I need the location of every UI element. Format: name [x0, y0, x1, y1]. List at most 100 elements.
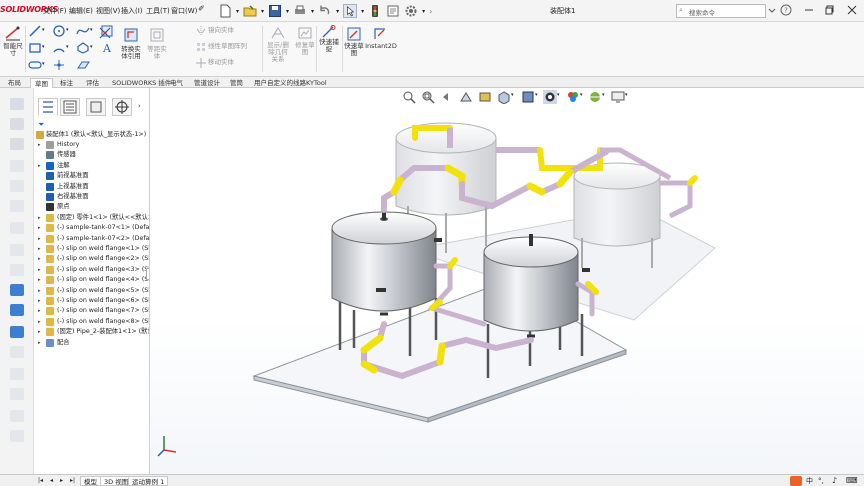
tree-expand-arrow-icon[interactable]: › — [138, 102, 141, 110]
offset-entities-icon[interactable] — [148, 26, 166, 44]
sketch-tool-icon[interactable] — [10, 304, 24, 316]
sketch-tool-icon[interactable] — [10, 368, 24, 380]
polygon-dropdown-icon[interactable]: ▾ — [90, 44, 93, 50]
sketch-tool-icon[interactable] — [10, 138, 24, 150]
dimxpert-tab[interactable] — [112, 98, 132, 116]
select-dropdown-icon[interactable]: ▾ — [361, 8, 364, 15]
undo-icon[interactable] — [318, 4, 332, 18]
options-gear-icon[interactable] — [404, 4, 418, 18]
tab-user-defined-routing[interactable]: 用户自定义的线路 — [250, 78, 310, 88]
expand-arrow-icon[interactable]: ▸ — [38, 296, 41, 306]
nav-last-icon[interactable]: ▸| — [70, 475, 75, 486]
expand-arrow-icon[interactable]: ▸ — [38, 140, 41, 150]
menu-window[interactable]: 窗口(W) — [171, 6, 197, 16]
menu-view[interactable]: 视图(V) — [96, 6, 120, 16]
microphone-icon[interactable]: ♪ — [832, 475, 837, 486]
select-pointer-icon[interactable] — [343, 4, 358, 18]
options-dropdown-icon[interactable]: ▾ — [422, 8, 425, 15]
sketch-tool-icon[interactable] — [10, 430, 24, 442]
print-icon[interactable] — [293, 4, 307, 18]
line-icon[interactable] — [28, 24, 42, 38]
mirror-entities-icon[interactable] — [196, 26, 206, 36]
polygon-icon[interactable] — [76, 41, 90, 55]
ime-language[interactable]: 中 — [806, 475, 813, 486]
nav-next-icon[interactable]: ▸ — [60, 475, 63, 486]
sketch-tool-icon[interactable] — [10, 180, 24, 192]
expand-arrow-icon[interactable]: ▸ — [38, 254, 41, 264]
rebuild-traffic-light-icon[interactable] — [368, 4, 382, 18]
trim-entities-icon[interactable] — [98, 26, 112, 40]
pin-icon[interactable]: ✐ — [198, 4, 205, 13]
rectangle-icon[interactable] — [28, 41, 42, 55]
expand-arrow-icon[interactable]: ▸ — [38, 223, 41, 233]
keyboard-icon[interactable]: ⌨ — [846, 475, 858, 486]
close-icon[interactable] — [846, 4, 858, 16]
expand-arrow-icon[interactable]: ▸ — [38, 234, 41, 244]
arc-icon[interactable] — [52, 41, 66, 55]
feature-manager-tab[interactable] — [38, 98, 58, 116]
expand-arrow-icon[interactable]: ▸ — [38, 244, 41, 254]
sketch-tool-icon[interactable] — [10, 326, 24, 338]
configuration-manager-tab[interactable] — [86, 98, 106, 116]
restore-icon[interactable] — [824, 4, 836, 16]
tab-electrical[interactable]: 电气 — [166, 78, 187, 88]
arc-dropdown-icon[interactable]: ▾ — [66, 44, 69, 50]
smart-dimension-icon[interactable] — [4, 26, 22, 42]
rapid-sketch-icon[interactable] — [347, 27, 361, 41]
line-dropdown-icon[interactable]: ▾ — [42, 27, 45, 33]
file-properties-icon[interactable] — [386, 4, 400, 18]
open-dropdown-icon[interactable]: ▾ — [261, 8, 264, 15]
sketch-tool-icon[interactable] — [10, 98, 24, 110]
tab-layout[interactable]: 布局 — [4, 78, 25, 88]
search-input[interactable]: ⌕ 搜索命令 — [676, 4, 766, 18]
tab-piping[interactable]: 管道设计 — [190, 78, 224, 88]
sketch-tool-icon[interactable] — [10, 244, 24, 256]
plane-tool-icon[interactable] — [76, 58, 90, 72]
search-dropdown-icon[interactable] — [766, 4, 778, 16]
minimize-icon[interactable] — [803, 4, 815, 16]
expand-arrow-icon[interactable]: ▸ — [38, 213, 41, 223]
quick-snaps-icon[interactable] — [321, 25, 337, 39]
sketch-tool-icon[interactable] — [10, 200, 24, 212]
display-relations-icon[interactable] — [270, 26, 286, 40]
save-dropdown-icon[interactable]: ▾ — [286, 8, 289, 15]
instant2d-icon[interactable] — [373, 27, 387, 41]
sketch-tool-icon[interactable] — [10, 410, 24, 422]
help-icon[interactable]: ? — [780, 4, 792, 16]
sketch-tool-icon[interactable] — [10, 118, 24, 130]
sketch-tool-icon[interactable] — [10, 346, 24, 358]
slot-icon[interactable] — [28, 58, 42, 72]
save-icon[interactable] — [268, 4, 282, 18]
sketch-tool-icon[interactable] — [10, 222, 24, 234]
slot-dropdown-icon[interactable]: ▾ — [42, 61, 45, 67]
new-document-icon[interactable] — [218, 4, 232, 18]
tab-model[interactable]: 模型 — [80, 476, 101, 486]
spline-icon[interactable] — [76, 24, 90, 38]
repair-sketch-icon[interactable] — [297, 26, 313, 40]
ime-punctuation[interactable]: °, — [818, 475, 824, 486]
expand-arrow-icon[interactable]: ▸ — [38, 275, 41, 285]
expand-arrow-icon[interactable]: ▸ — [38, 161, 41, 171]
tab-motion-study-1[interactable]: 运动算例 1 — [128, 476, 169, 486]
expand-arrow-icon[interactable]: ▸ — [38, 286, 41, 296]
expand-arrow-icon[interactable]: ▸ — [38, 338, 41, 348]
property-manager-tab[interactable] — [60, 98, 80, 116]
move-entities-icon[interactable] — [196, 58, 206, 68]
menu-tools[interactable]: 工具(T) — [146, 6, 170, 16]
text-tool-icon[interactable]: A — [100, 41, 114, 55]
linear-pattern-icon[interactable] — [196, 42, 206, 52]
menu-insert[interactable]: 插入(I) — [121, 6, 143, 16]
nav-first-icon[interactable]: |◂ — [38, 475, 43, 486]
filter-icon[interactable]: ⏷ — [38, 120, 44, 130]
expand-arrow-icon[interactable]: ▸ — [38, 265, 41, 275]
convert-entities-icon[interactable] — [122, 26, 140, 44]
sketch-tool-icon[interactable] — [10, 160, 24, 172]
ime-logo-icon[interactable] — [790, 476, 802, 486]
graphics-area[interactable]: ▾ ▾ ▾ ▾ ▾ ▾ — [150, 88, 864, 474]
assembly-model[interactable] — [150, 88, 864, 474]
open-folder-icon[interactable] — [243, 4, 257, 18]
tab-tubing[interactable]: 管筒 — [226, 78, 247, 88]
sketch-tool-icon[interactable] — [10, 284, 24, 296]
expand-arrow-icon[interactable]: ▸ — [38, 327, 41, 337]
new-dropdown-icon[interactable]: ▾ — [236, 8, 239, 15]
